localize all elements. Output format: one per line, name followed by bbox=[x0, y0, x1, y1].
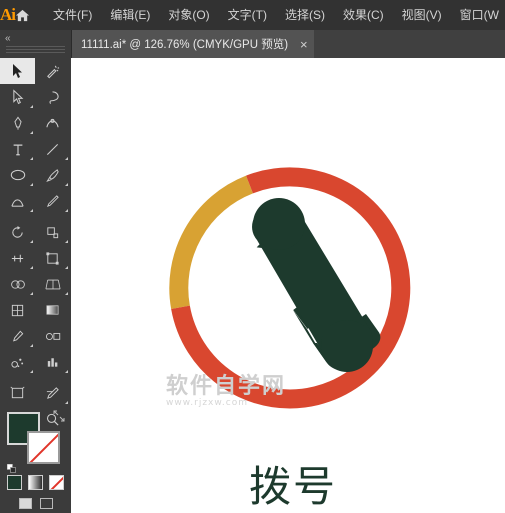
normal-screen-mode-icon[interactable] bbox=[18, 497, 32, 509]
color-mode-row bbox=[0, 471, 71, 493]
tools-panel-drag-handle[interactable] bbox=[6, 46, 65, 55]
tool-grid bbox=[0, 58, 71, 432]
scale-tool[interactable] bbox=[35, 219, 70, 245]
watermark-subtext: www.rjzxw.com bbox=[166, 398, 248, 408]
tools-panel: « bbox=[0, 30, 72, 513]
column-graph-tool[interactable] bbox=[35, 349, 70, 375]
menu-item-file[interactable]: 文件(F) bbox=[44, 0, 101, 30]
ellipse-tool[interactable] bbox=[0, 162, 35, 188]
stroke-none-slash bbox=[29, 433, 58, 462]
artboard-canvas[interactable]: 软件自学网 www.rjzxw.com 拨号 bbox=[71, 58, 505, 513]
color-mode-none[interactable] bbox=[49, 474, 64, 490]
magic-wand-tool[interactable] bbox=[35, 58, 70, 84]
color-mode-solid[interactable] bbox=[7, 474, 22, 490]
symbol-sprayer-tool[interactable] bbox=[0, 349, 35, 375]
menu-item-effect[interactable]: 效果(C) bbox=[334, 0, 393, 30]
document-tab[interactable]: 11111.ai* @ 126.76% (CMYK/GPU 预览) × bbox=[71, 30, 314, 58]
tools-panel-collapse[interactable]: « bbox=[0, 30, 71, 46]
color-mode-gradient[interactable] bbox=[28, 474, 43, 490]
app-logo: Ai bbox=[0, 5, 16, 24]
screen-mode-row bbox=[0, 493, 71, 513]
gradient-tool[interactable] bbox=[35, 297, 70, 323]
watermark: 软件自学网 www.rjzxw.com bbox=[166, 368, 286, 408]
menu-item-window[interactable]: 窗口(W bbox=[451, 0, 505, 30]
type-tool[interactable] bbox=[0, 136, 35, 162]
menu-item-object[interactable]: 对象(O) bbox=[159, 0, 218, 30]
stroke-color-swatch[interactable] bbox=[27, 431, 60, 464]
artwork-label[interactable]: 拨号 bbox=[193, 453, 393, 513]
shape-builder-tool[interactable] bbox=[0, 271, 35, 297]
eyedropper-tool[interactable] bbox=[0, 323, 35, 349]
perspective-grid-tool[interactable] bbox=[35, 271, 70, 297]
pencil-tool[interactable] bbox=[35, 188, 70, 214]
menu-item-view[interactable]: 视图(V) bbox=[393, 0, 451, 30]
selection-tool[interactable] bbox=[0, 58, 35, 84]
close-icon[interactable]: × bbox=[300, 38, 308, 51]
pen-tool[interactable] bbox=[0, 110, 35, 136]
blend-tool[interactable] bbox=[35, 323, 70, 349]
watermark-text: 软件自学网 bbox=[166, 374, 287, 399]
shaper-tool[interactable] bbox=[0, 188, 35, 214]
menu-items: 文件(F) 编辑(E) 对象(O) 文字(T) 选择(S) 效果(C) 视图(V… bbox=[44, 0, 505, 30]
slice-tool[interactable] bbox=[35, 380, 70, 406]
free-transform-tool[interactable] bbox=[35, 245, 70, 271]
handset-body bbox=[252, 198, 373, 372]
line-segment-tool[interactable] bbox=[35, 136, 70, 162]
menu-item-type[interactable]: 文字(T) bbox=[219, 0, 276, 30]
menu-bar: Ai 文件(F) 编辑(E) 对象(O) 文字(T) 选择(S) 效果(C) 视… bbox=[0, 0, 505, 30]
curvature-tool[interactable] bbox=[35, 110, 70, 136]
color-controls bbox=[0, 409, 71, 513]
menu-item-edit[interactable]: 编辑(E) bbox=[101, 0, 159, 30]
menu-item-select[interactable]: 选择(S) bbox=[276, 0, 334, 30]
width-tool[interactable] bbox=[0, 245, 35, 271]
artboard-tool[interactable] bbox=[0, 380, 35, 406]
document-tab-label: 11111.ai* @ 126.76% (CMYK/GPU 预览) bbox=[81, 39, 289, 51]
mesh-tool[interactable] bbox=[0, 297, 35, 323]
direct-selection-tool[interactable] bbox=[0, 84, 35, 110]
fill-stroke-controls bbox=[6, 409, 71, 473]
full-screen-mode-icon[interactable] bbox=[39, 497, 53, 509]
default-fill-stroke-icon[interactable] bbox=[6, 460, 16, 473]
home-icon[interactable] bbox=[15, 0, 30, 30]
swap-fill-stroke-icon[interactable] bbox=[53, 409, 65, 422]
illustrator-window: Ai 文件(F) 编辑(E) 对象(O) 文字(T) 选择(S) 效果(C) 视… bbox=[0, 0, 505, 513]
rotate-tool[interactable] bbox=[0, 219, 35, 245]
phone-dial-icon[interactable] bbox=[71, 58, 505, 513]
lasso-tool[interactable] bbox=[35, 84, 70, 110]
paintbrush-tool[interactable] bbox=[35, 162, 70, 188]
document-tab-bar: 11111.ai* @ 126.76% (CMYK/GPU 预览) × bbox=[71, 30, 505, 59]
